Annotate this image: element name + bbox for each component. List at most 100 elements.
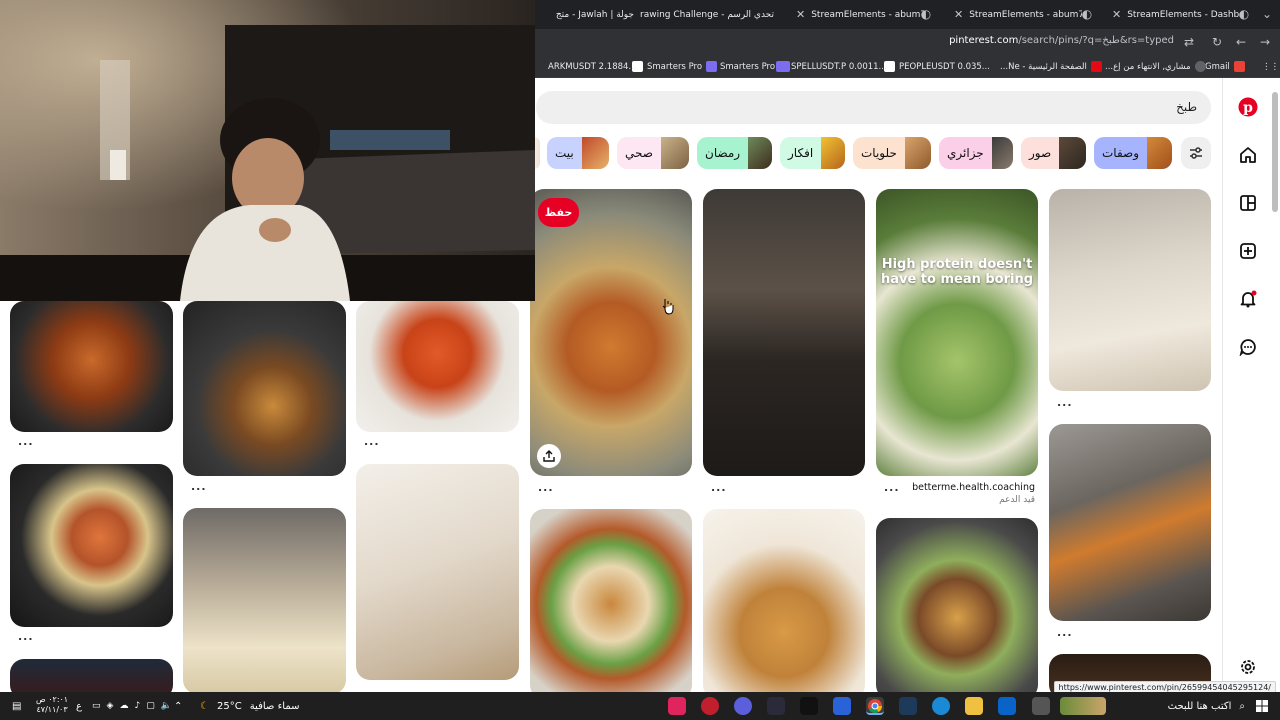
tab-audio-icon[interactable]: ◐ (1079, 6, 1095, 22)
search-highlight-icon[interactable] (1060, 697, 1106, 715)
language-indicator[interactable]: ع (76, 698, 82, 714)
save-button[interactable]: حفظ (538, 198, 579, 227)
microphone-icon[interactable]: ♪ (134, 701, 140, 711)
pin-protein-salad[interactable]: High protein doesn't have to mean boring (876, 189, 1038, 476)
bookmark-mashari[interactable]: مشاري, الانتهاء من إع... (1105, 59, 1210, 74)
edge-icon[interactable] (932, 697, 950, 715)
volume-icon[interactable]: 🔈 (161, 701, 172, 711)
pin-burger[interactable] (183, 301, 346, 476)
page-scrollbar[interactable] (1272, 92, 1278, 212)
more-options-icon[interactable]: ... (711, 481, 727, 494)
pin-baklava[interactable] (703, 509, 865, 699)
more-options-icon[interactable]: ... (18, 630, 34, 643)
apps-icon[interactable]: ⋮⋮ (1262, 59, 1279, 74)
home-icon[interactable] (1237, 144, 1259, 166)
capcut-icon[interactable] (668, 697, 686, 715)
chip-algerian[interactable]: جزائري (939, 137, 1013, 169)
pin-eggs-flour[interactable] (356, 464, 519, 680)
anchor-icon[interactable] (767, 697, 785, 715)
pinterest-logo-icon[interactable]: p (1237, 96, 1259, 118)
messages-icon[interactable] (1237, 336, 1259, 358)
store-icon[interactable] (899, 697, 917, 715)
url-text[interactable]: pinterest.com/search/pins/?q=طبخ&rs=type… (949, 35, 1174, 46)
site-settings-icon[interactable]: ⇄ (1181, 34, 1197, 50)
pin-noodles[interactable] (10, 301, 173, 432)
search-bar[interactable] (536, 91, 1211, 124)
bookmark-home[interactable]: الصفحة الرئيسية - Ne... (1000, 59, 1106, 74)
chip-healthy[interactable]: صحي (617, 137, 689, 169)
obs-icon[interactable] (701, 697, 719, 715)
chrome-icon[interactable] (866, 697, 884, 715)
network-icon[interactable]: ▭ (92, 701, 101, 711)
chip-photos[interactable]: صور (1021, 137, 1086, 169)
notification-center-icon[interactable]: ▤ (12, 698, 21, 714)
tray-chevron-icon[interactable]: ⌃ (174, 698, 182, 714)
tab-jawlah[interactable]: جولة | Jawlah - متج (536, 3, 640, 26)
back-icon[interactable]: ← (1233, 34, 1249, 50)
pin-chicken-rice[interactable] (530, 189, 692, 476)
create-icon[interactable] (1237, 240, 1259, 262)
explore-icon[interactable] (1237, 192, 1259, 214)
tab-dashboard[interactable]: ✕ StreamElements - Dashboard (1100, 3, 1240, 26)
more-options-icon[interactable]: ... (884, 481, 900, 494)
clock[interactable]: ٠٢:٠١ ص ٤٧/١١/٠٣ (36, 695, 68, 717)
pin-overlay-bold: boring (985, 272, 1034, 287)
bookmark-peopleusdt[interactable]: PEOPLEUSDT 0.035... (880, 59, 990, 74)
reload-icon[interactable]: ↻ (1209, 34, 1225, 50)
pin-pasta[interactable] (356, 301, 519, 432)
tab-menu-icon[interactable]: ◐ (1236, 6, 1252, 22)
shield-icon[interactable]: ◈ (107, 701, 114, 711)
more-options-icon[interactable]: ... (191, 480, 207, 493)
share-icon[interactable] (537, 444, 561, 468)
chip-recipes[interactable]: وصفات (1094, 137, 1172, 169)
weather-widget[interactable]: سماء صافية 25°C ☾ (200, 698, 299, 714)
chip-sweets[interactable]: حلويات (853, 137, 931, 169)
media-icon[interactable] (833, 697, 851, 715)
pin-cooking-pan[interactable] (703, 189, 865, 476)
outlook-icon[interactable] (998, 697, 1016, 715)
pin-creator[interactable]: betterme.health.coaching (910, 482, 1035, 493)
bookmark-arkmusdt[interactable]: ARKMUSDT 2.1884... (548, 59, 637, 74)
pin-kitchen-counter[interactable] (1049, 189, 1211, 391)
more-options-icon[interactable]: ... (18, 435, 34, 448)
bookmark-smarters-1[interactable]: Smarters Pro (628, 59, 721, 74)
tab-streamelements-2[interactable]: ✕ StreamElements - abum7i (942, 3, 1082, 26)
pin-chicken-potatoes[interactable] (876, 518, 1038, 699)
chip-label: صحي (625, 146, 653, 160)
more-options-icon[interactable]: ... (538, 481, 554, 494)
bookmark-gmail[interactable]: Gmail (1205, 59, 1249, 74)
chevron-down-icon[interactable]: ⌄ (1259, 6, 1275, 22)
pin-salmon[interactable] (10, 464, 173, 627)
more-options-icon[interactable]: ... (1057, 396, 1073, 409)
more-options-icon[interactable]: ... (364, 435, 380, 448)
windows-start-icon[interactable] (1256, 698, 1268, 714)
close-icon[interactable]: ✕ (1112, 8, 1121, 21)
tiktok-icon[interactable] (800, 697, 818, 715)
task-view-icon[interactable] (1032, 697, 1050, 715)
app-icon[interactable] (734, 697, 752, 715)
search-input[interactable] (897, 100, 1197, 114)
forward-icon[interactable]: → (1257, 34, 1273, 50)
cloud-icon[interactable]: ☁ (119, 701, 128, 711)
pin-oven[interactable] (1049, 424, 1211, 621)
filter-button[interactable] (1181, 137, 1211, 169)
tab-audio-icon[interactable]: ◐ (918, 6, 934, 22)
taskbar-search[interactable]: ⌕ اكتب هنا للبحث (1100, 698, 1245, 714)
bookmark-label: ARKMUSDT 2.1884... (548, 61, 637, 72)
chip-ramadan[interactable]: رمضان (697, 137, 772, 169)
pin-wraps[interactable] (530, 509, 692, 699)
bookmark-smarters-2[interactable]: Smarters Pro (720, 59, 794, 74)
file-explorer-icon[interactable] (965, 697, 983, 715)
close-icon[interactable]: ✕ (954, 8, 963, 21)
pin-baking-laptop[interactable] (183, 508, 346, 694)
tab-drawing-challenge[interactable]: تحدي الرسم - Drawing Challenge ✕ (640, 3, 780, 26)
chip-ideas[interactable]: افكار (780, 137, 845, 169)
device-icon[interactable]: ▢ (146, 701, 155, 711)
tab-streamelements-1[interactable]: ✕ StreamElements - abum7i (784, 3, 924, 26)
close-icon[interactable]: ✕ (796, 8, 805, 21)
chip-home[interactable]: بيت (547, 137, 609, 169)
settings-icon[interactable] (1237, 656, 1259, 678)
notifications-icon[interactable] (1237, 288, 1259, 310)
more-options-icon[interactable]: ... (1057, 626, 1073, 639)
chip-thumb (581, 137, 609, 169)
